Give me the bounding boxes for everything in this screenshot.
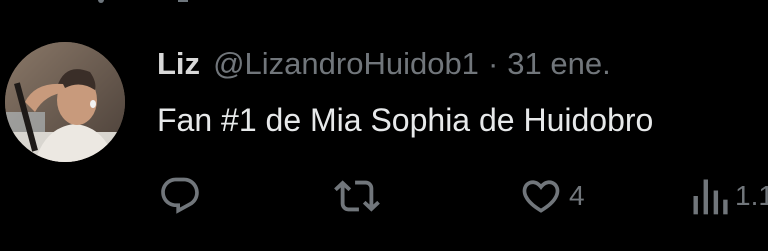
avatar-photo	[5, 42, 125, 162]
views-icon	[693, 179, 728, 215]
reply-button[interactable]	[158, 172, 208, 220]
tweet-card[interactable]: Liz @LizandroHuidob1 · 31 ene. Fan #1 de…	[0, 0, 768, 251]
like-button[interactable]: 4	[519, 172, 585, 220]
timestamp[interactable]: 31 ene.	[507, 44, 610, 84]
heart-icon	[522, 180, 560, 213]
action-bar: 4 1.1	[0, 172, 768, 220]
retweet-button[interactable]	[334, 172, 386, 220]
separator-dot: ·	[487, 46, 499, 81]
retweet-icon	[334, 180, 380, 212]
display-name[interactable]: Liz	[157, 44, 200, 84]
user-handle[interactable]: @LizandroHuidob1	[213, 44, 479, 84]
tweet-header: Liz @LizandroHuidob1 · 31 ene.	[157, 44, 611, 84]
views-count: 1.1	[735, 180, 768, 211]
views-button[interactable]: 1.1	[691, 172, 768, 220]
like-count: 4	[569, 180, 585, 211]
reply-icon	[161, 177, 199, 214]
avatar[interactable]	[5, 42, 125, 162]
tweet-text: Fan #1 de Mia Sophia de Huidobro	[157, 102, 654, 138]
